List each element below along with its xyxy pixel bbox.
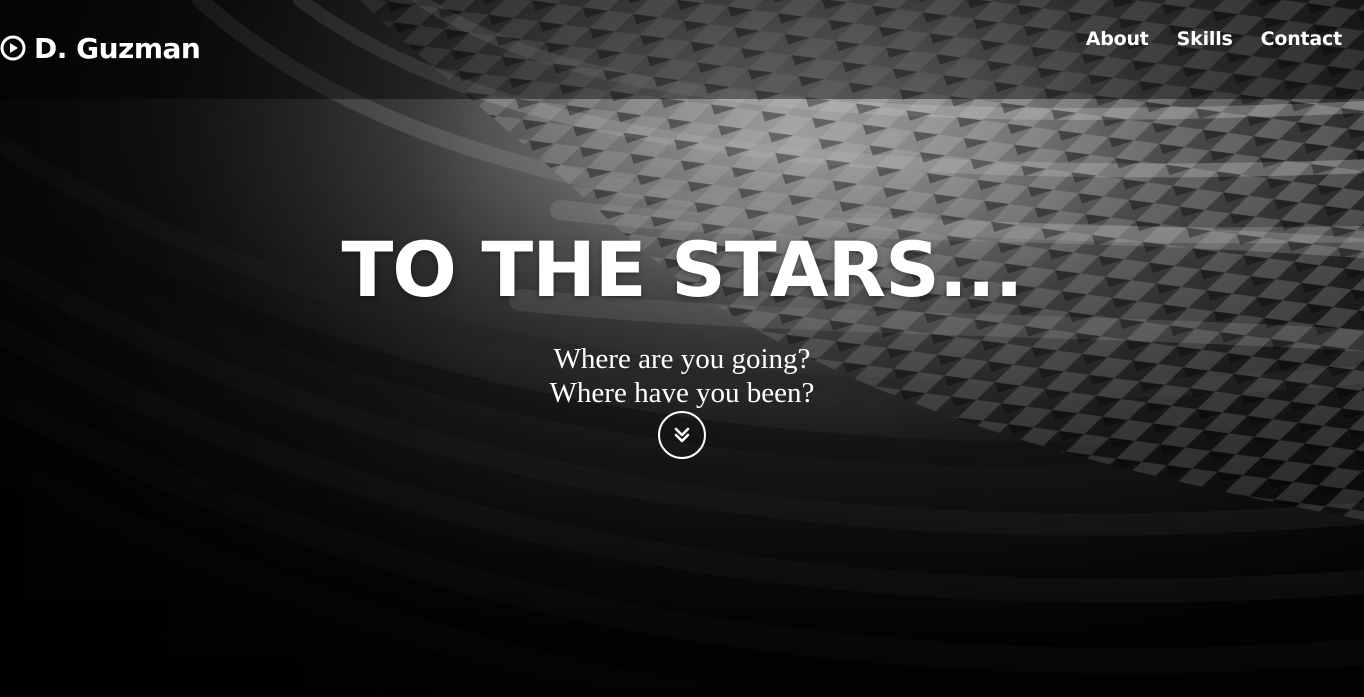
scroll-down-button[interactable] — [658, 411, 706, 459]
hero-subtitle-line-1: Where are you going? — [553, 343, 811, 375]
hero-subtitle: Where are you going? Where have you been… — [0, 342, 1364, 410]
hero-subtitle-line-2: Where have you been? — [549, 377, 815, 409]
hero-section: TO THE STARS... Where are you going? Whe… — [0, 222, 1364, 410]
nav-item-about[interactable]: About — [1086, 28, 1149, 50]
double-chevron-down-icon — [674, 427, 690, 443]
nav-menu: About Skills Contact — [1086, 28, 1343, 50]
page: D. Guzman About Skills Contact TO THE ST… — [0, 0, 1364, 697]
nav-item-skills[interactable]: Skills — [1177, 28, 1233, 50]
brand-name: D. Guzman — [34, 31, 201, 65]
brand-link[interactable]: D. Guzman — [0, 28, 201, 68]
hero-title: TO THE STARS... — [341, 225, 1023, 314]
play-circle-icon — [0, 35, 26, 61]
nav-item-contact[interactable]: Contact — [1261, 28, 1343, 50]
navbar: D. Guzman About Skills Contact — [0, 0, 1364, 99]
